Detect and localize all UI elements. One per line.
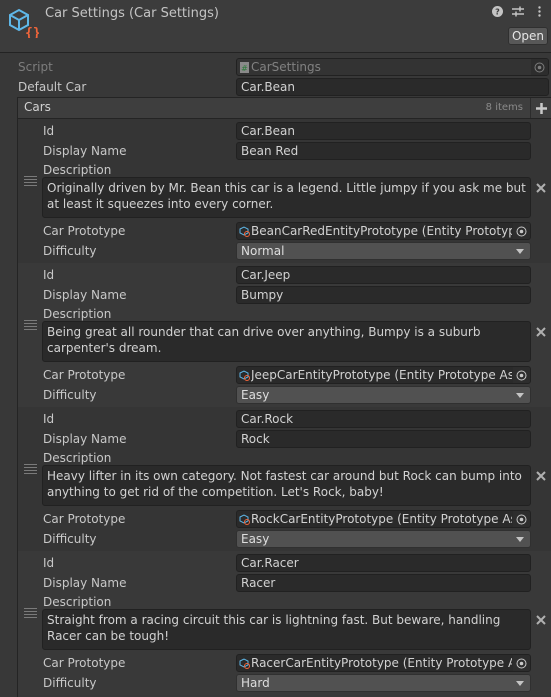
car-prototype-label: Car Prototype [43, 512, 126, 526]
entity-prototype-icon [239, 658, 250, 669]
remove-item-icon[interactable] [536, 326, 546, 337]
id-input[interactable]: Car.Jeep [236, 266, 531, 284]
remove-item-icon[interactable] [536, 182, 546, 193]
difficulty-label: Difficulty [43, 244, 97, 258]
default-car-input[interactable]: Car.Bean [236, 78, 549, 96]
script-label: Script [18, 60, 53, 74]
entity-prototype-icon [239, 514, 250, 525]
description-textarea[interactable]: Being great all rounder that can drive o… [42, 321, 531, 362]
object-picker-icon[interactable] [513, 511, 530, 527]
cars-list-header[interactable]: Cars 8 items [18, 97, 551, 119]
difficulty-dropdown[interactable]: Hard [236, 674, 531, 692]
cars-list-title: Cars [24, 100, 51, 114]
difficulty-dropdown[interactable]: Easy [236, 386, 531, 404]
difficulty-dropdown[interactable]: Normal [236, 242, 531, 260]
car-prototype-field[interactable]: BeanCarRedEntityPrototype (Entity Protot… [236, 222, 531, 240]
description-label: Description [43, 595, 112, 609]
chevron-down-icon [516, 537, 524, 542]
svg-text:{}: {} [25, 26, 39, 38]
cars-list: Cars 8 items Id Car.Bean Display Name Be… [17, 97, 551, 697]
description-textarea[interactable]: Heavy lifter in its own category. Not fa… [42, 465, 531, 506]
entity-prototype-icon [239, 226, 250, 237]
display-name-label: Display Name [43, 576, 127, 590]
car-list-item: Id Car.Jeep Display Name Bumpy Descripti… [18, 263, 551, 407]
car-list-item: Id Car.Rock Display Name Rock Descriptio… [18, 407, 551, 551]
id-input[interactable]: Car.Bean [236, 122, 531, 140]
difficulty-label: Difficulty [43, 532, 97, 546]
car-prototype-label: Car Prototype [43, 368, 126, 382]
plus-icon [536, 102, 547, 114]
object-picker-icon[interactable] [513, 223, 530, 239]
drag-handle-icon[interactable] [24, 464, 37, 474]
inspector-content: Script # CarSettings Default Car Car.Bea… [0, 54, 551, 697]
difficulty-label: Difficulty [43, 676, 97, 690]
id-input[interactable]: Car.Rock [236, 410, 531, 428]
script-file-icon: # [240, 62, 249, 73]
display-name-input[interactable]: Racer [236, 574, 531, 592]
difficulty-label: Difficulty [43, 388, 97, 402]
svg-text:#: # [241, 64, 248, 73]
presets-icon[interactable] [512, 5, 524, 17]
id-label: Id [43, 412, 55, 426]
scriptable-object-icon: {} [9, 8, 39, 38]
inspector-header: {} Car Settings (Car Settings) ? Open [0, 0, 551, 53]
display-name-label: Display Name [43, 288, 127, 302]
car-list-item: Id Car.Racer Display Name Racer Descript… [18, 551, 551, 695]
car-list-item: Id Car.Bean Display Name Bean Red Descri… [18, 119, 551, 263]
id-label: Id [43, 124, 55, 138]
car-prototype-field[interactable]: JeepCarEntityPrototype (Entity Prototype… [236, 366, 531, 384]
default-car-label: Default Car [18, 80, 87, 94]
remove-item-icon[interactable] [536, 470, 546, 481]
description-textarea[interactable]: Straight from a racing circuit this car … [42, 609, 531, 650]
id-input[interactable]: Car.Racer [236, 554, 531, 572]
id-label: Id [43, 268, 55, 282]
cars-list-count: 8 items [485, 102, 523, 113]
chevron-down-icon [516, 681, 524, 686]
object-picker-icon [531, 59, 548, 75]
display-name-input[interactable]: Bean Red [236, 142, 531, 160]
car-prototype-field[interactable]: RacerCarEntityPrototype (Entity Prototyp… [236, 654, 531, 672]
description-textarea[interactable]: Originally driven by Mr. Bean this car i… [42, 177, 531, 218]
description-label: Description [43, 307, 112, 321]
id-label: Id [43, 556, 55, 570]
remove-item-icon[interactable] [536, 614, 546, 625]
open-button[interactable]: Open [508, 27, 548, 45]
display-name-label: Display Name [43, 432, 127, 446]
drag-handle-icon[interactable] [24, 608, 37, 618]
drag-handle-icon[interactable] [24, 176, 37, 186]
drag-handle-icon[interactable] [24, 320, 37, 330]
car-prototype-field[interactable]: RockCarEntityPrototype (Entity Prototype… [236, 510, 531, 528]
chevron-down-icon [516, 393, 524, 398]
description-label: Description [43, 451, 112, 465]
object-picker-icon[interactable] [513, 367, 530, 383]
add-item-button[interactable] [530, 98, 551, 118]
svg-text:?: ? [495, 7, 500, 16]
help-icon[interactable]: ? [491, 5, 503, 17]
description-label: Description [43, 163, 112, 177]
inspector-title: Car Settings (Car Settings) [45, 6, 219, 21]
script-field: # CarSettings [236, 58, 549, 76]
car-prototype-label: Car Prototype [43, 656, 126, 670]
car-prototype-label: Car Prototype [43, 224, 126, 238]
difficulty-dropdown[interactable]: Easy [236, 530, 531, 548]
entity-prototype-icon [239, 370, 250, 381]
more-menu-icon[interactable] [533, 5, 545, 17]
object-picker-icon[interactable] [513, 655, 530, 671]
display-name-input[interactable]: Bumpy [236, 286, 531, 304]
chevron-down-icon [516, 249, 524, 254]
display-name-label: Display Name [43, 144, 127, 158]
display-name-input[interactable]: Rock [236, 430, 531, 448]
